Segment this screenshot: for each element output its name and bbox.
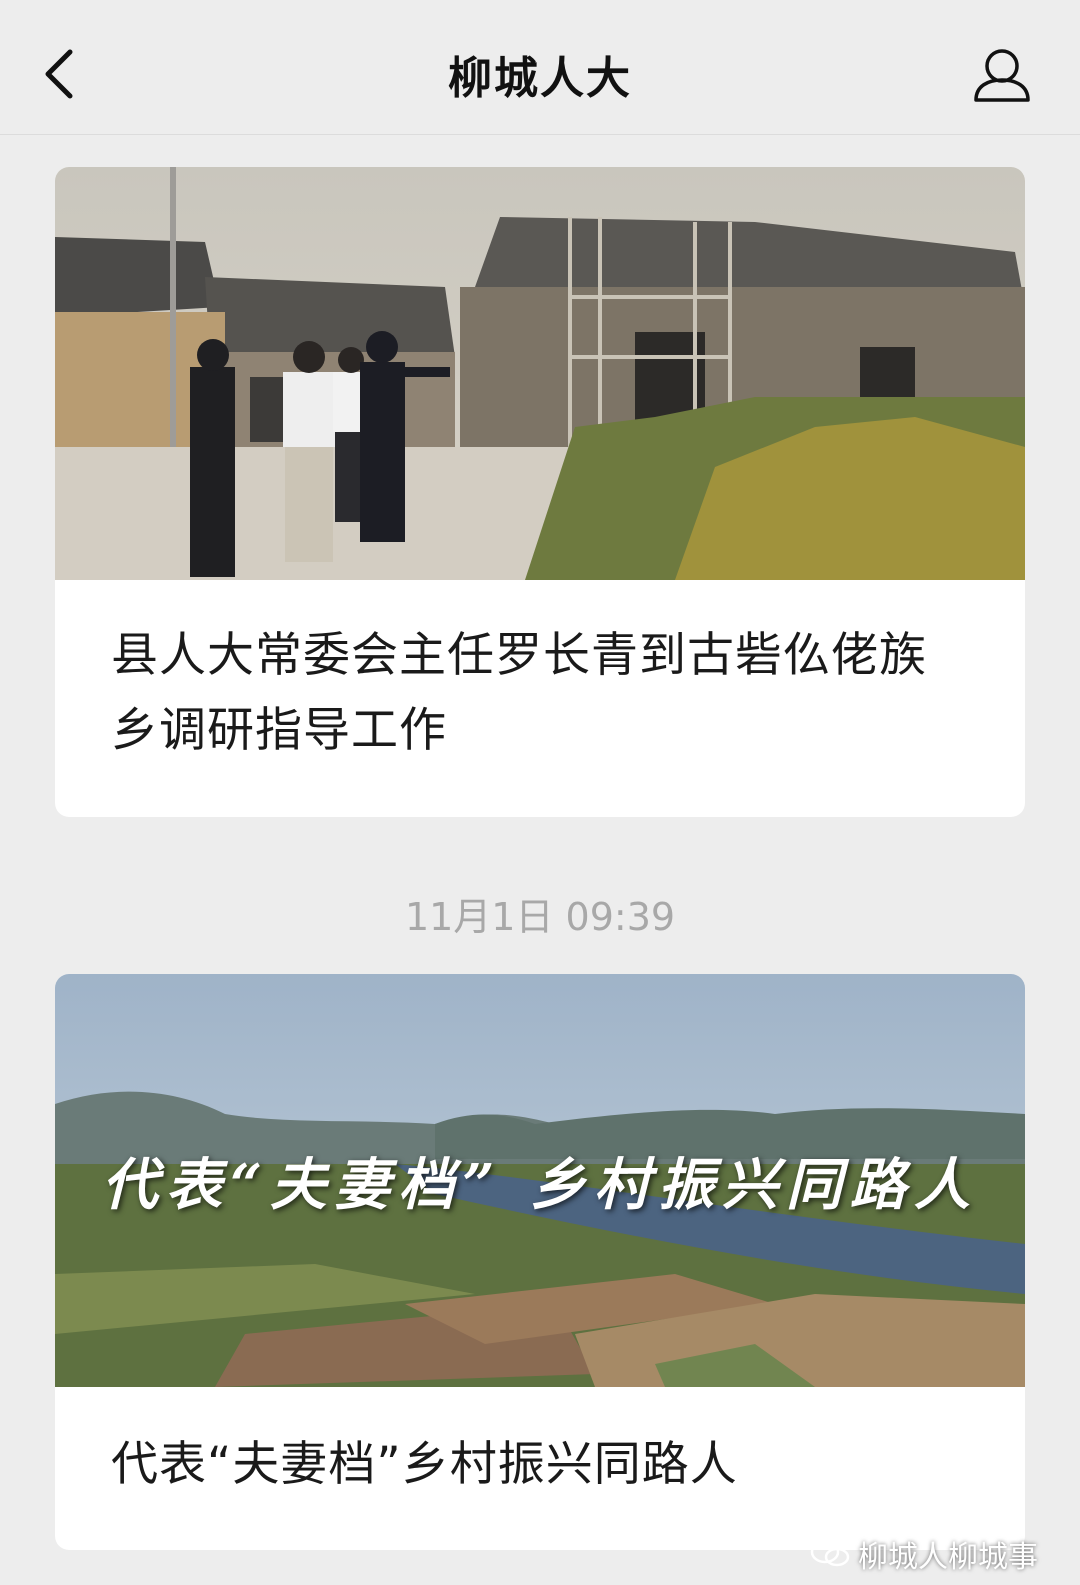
watermark-text: 柳城人柳城事 — [858, 1540, 1038, 1575]
article-title: 代表“夫妻档”乡村振兴同路人 — [111, 1437, 738, 1492]
article-title: 县人大常委会主任罗长青到古砦仫佬族乡调研指导工作 — [111, 628, 927, 759]
article-card[interactable]: 县人大常委会主任罗长青到古砦仫佬族乡调研指导工作 — [55, 167, 1025, 817]
user-icon — [974, 49, 1030, 102]
watermark: 柳城人柳城事 — [810, 1532, 1038, 1576]
article-card[interactable]: 代表“夫妻档” 乡村振兴同路人 代表“夫妻档”乡村振兴同路人 — [55, 974, 1025, 1550]
article-cover-image — [55, 167, 1025, 580]
wechat-icon — [810, 1540, 850, 1567]
timestamp: 11月1日 09:39 — [404, 895, 676, 939]
navigation-bar: 柳城人大 — [0, 0, 1080, 135]
profile-button[interactable] — [972, 46, 1032, 104]
page-title: 柳城人大 — [448, 53, 632, 104]
article-cover-image: 代表“夫妻档” 乡村振兴同路人 — [55, 974, 1025, 1387]
village-inspection-photo — [55, 167, 1025, 580]
cover-overlay-text: 代表“夫妻档” 乡村振兴同路人 — [102, 1152, 978, 1218]
